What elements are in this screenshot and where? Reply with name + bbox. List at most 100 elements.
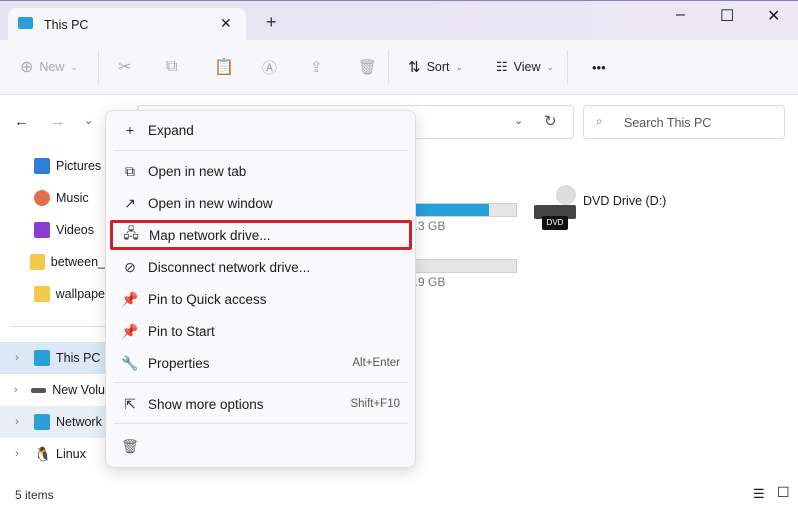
this-pc-icon: [18, 17, 33, 29]
menu-label: Properties: [148, 355, 210, 371]
dvd-badge: DVD: [542, 216, 568, 230]
view-button[interactable]: ☷ View ⌄: [496, 52, 554, 82]
delete-icon[interactable]: 🗑: [358, 52, 377, 82]
disconnect-network-drive-icon: ⊘: [124, 258, 136, 275]
view-icon: ☷: [496, 59, 508, 74]
tiles-view-icon[interactable]: ☐: [777, 484, 790, 501]
menu-item-properties[interactable]: 🔧 Properties Alt+Enter: [112, 348, 410, 378]
menu-label: Show more options: [148, 396, 264, 412]
new-label: New: [39, 60, 65, 74]
tree-item-network[interactable]: › Network: [0, 406, 105, 438]
tree-label: New Volu: [52, 383, 105, 397]
menu-item-open-in-new-window[interactable]: ↗ Open in new window: [112, 188, 410, 218]
open-new-window-icon: ↗: [124, 194, 136, 211]
chevron-right-icon[interactable]: ›: [0, 384, 31, 396]
paste-icon[interactable]: 📋: [214, 52, 234, 82]
tab-title: This PC: [44, 18, 89, 32]
music-icon: [34, 190, 50, 206]
tree-item-new-volume[interactable]: › New Volu: [0, 374, 105, 406]
sidebar-item-folder[interactable]: between_: [0, 246, 105, 278]
tree-label: Linux: [56, 447, 86, 461]
this-pc-icon: [34, 350, 50, 366]
back-button[interactable]: ←: [14, 113, 29, 130]
address-dropdown-icon[interactable]: ⌄: [514, 114, 523, 127]
sidebar-item-pictures[interactable]: Pictures: [0, 150, 105, 182]
menu-label: Disconnect network drive...: [148, 259, 311, 275]
sort-label: Sort: [426, 60, 450, 74]
close-window-button[interactable]: ✕: [767, 6, 780, 26]
menu-label: Map network drive...: [149, 227, 271, 243]
menu-label: Pin to Start: [148, 323, 215, 339]
recent-locations-button[interactable]: ⌄: [84, 114, 93, 127]
dvd-drive-label: DVD Drive (D:): [583, 194, 667, 208]
more-options-button[interactable]: •••: [592, 52, 606, 82]
new-tab-button[interactable]: +: [266, 12, 277, 33]
menu-item-map-network-drive[interactable]: 🖧 Map network drive...: [110, 220, 412, 250]
pictures-icon: [34, 158, 50, 174]
shortcut-label: Shift+F10: [350, 398, 400, 410]
sidebar-divider: [10, 326, 105, 327]
chevron-right-icon[interactable]: ›: [0, 416, 34, 428]
search-box[interactable]: ⌕ Search This PC: [583, 105, 785, 139]
folder-icon: [30, 254, 45, 270]
view-label: View: [513, 60, 541, 74]
chevron-right-icon[interactable]: ›: [0, 448, 34, 460]
refresh-icon[interactable]: ↻: [544, 112, 557, 130]
menu-item-pin-to-start[interactable]: 📌 Pin to Start: [112, 316, 410, 346]
menu-label: Open in new window: [148, 195, 273, 211]
search-icon: ⌕: [596, 114, 603, 128]
forward-button[interactable]: →: [50, 113, 65, 130]
copy-icon[interactable]: ⧉: [166, 52, 177, 82]
tree-label: This PC: [56, 351, 101, 365]
sidebar-item-music[interactable]: Music: [0, 182, 105, 214]
plus-circle-icon: ⊕: [20, 59, 34, 76]
rename-icon[interactable]: Ⓐ: [262, 52, 277, 82]
sidebar-label: between_: [50, 255, 105, 269]
cut-icon[interactable]: ✂: [118, 52, 131, 82]
map-network-drive-icon: 🖧: [123, 225, 139, 241]
tree-item-linux[interactable]: › 🐧 Linux: [0, 438, 105, 470]
menu-item-disconnect-network-drive[interactable]: ⊘ Disconnect network drive...: [112, 252, 410, 282]
sidebar-label: Pictures: [56, 159, 102, 173]
status-item-count: 5 items: [15, 488, 54, 502]
expand-icon: +: [125, 122, 135, 138]
menu-delete-button[interactable]: 🗑: [112, 431, 152, 461]
menu-item-show-more-options[interactable]: ⇱ Show more options Shift+F10: [112, 389, 410, 419]
context-menu: + Expand ⧉ Open in new tab ↗ Open in new wi…: [105, 110, 416, 468]
folder-icon: [33, 286, 50, 302]
pin-icon: 📌: [121, 290, 139, 307]
share-icon[interactable]: ⇪: [310, 52, 323, 82]
search-placeholder: Search This PC: [624, 116, 712, 130]
delete-icon: 🗑: [121, 437, 139, 454]
close-tab-icon[interactable]: ✕: [220, 15, 232, 32]
tree-label: Network: [56, 415, 102, 429]
menu-item-open-in-new-tab[interactable]: ⧉ Open in new tab: [112, 156, 410, 186]
tab-this-pc[interactable]: This PC ✕: [8, 8, 246, 41]
pin-icon: 📌: [121, 322, 139, 339]
open-new-tab-icon: ⧉: [125, 162, 135, 179]
minimize-button[interactable]: –: [676, 6, 685, 24]
command-bar: ⊕ New ⌄ ✂ ⧉ 📋 Ⓐ ⇪ 🗑 ⇅ Sort ⌄ ☷ View ⌄ •••: [0, 40, 798, 95]
linux-icon: 🐧: [34, 446, 52, 462]
sort-icon: ⇅: [408, 59, 421, 76]
sort-button[interactable]: ⇅ Sort ⌄: [408, 52, 463, 82]
sidebar-label: Videos: [56, 223, 94, 237]
new-button[interactable]: ⊕ New ⌄: [20, 52, 78, 82]
dvd-drive-icon: DVD: [534, 185, 578, 231]
sidebar-item-videos[interactable]: Videos: [0, 214, 105, 246]
tree-item-this-pc[interactable]: › This PC: [0, 342, 105, 374]
menu-item-expand[interactable]: + Expand: [112, 115, 410, 145]
chevron-right-icon[interactable]: ›: [0, 352, 34, 364]
menu-label: Expand: [148, 122, 194, 138]
dvd-drive-item[interactable]: DVD DVD Drive (D:): [532, 185, 672, 233]
maximize-button[interactable]: ☐: [720, 6, 734, 26]
details-view-icon[interactable]: ☰: [753, 486, 765, 502]
menu-item-pin-to-quick-access[interactable]: 📌 Pin to Quick access: [112, 284, 410, 314]
menu-label: Pin to Quick access: [148, 291, 267, 307]
shortcut-label: Alt+Enter: [352, 357, 400, 369]
wrench-icon: 🔧: [121, 354, 139, 371]
show-more-options-icon: ⇱: [124, 395, 136, 412]
drive-icon: [31, 387, 47, 393]
sidebar-item-folder[interactable]: wallpape: [0, 278, 105, 310]
network-icon: [34, 414, 50, 430]
